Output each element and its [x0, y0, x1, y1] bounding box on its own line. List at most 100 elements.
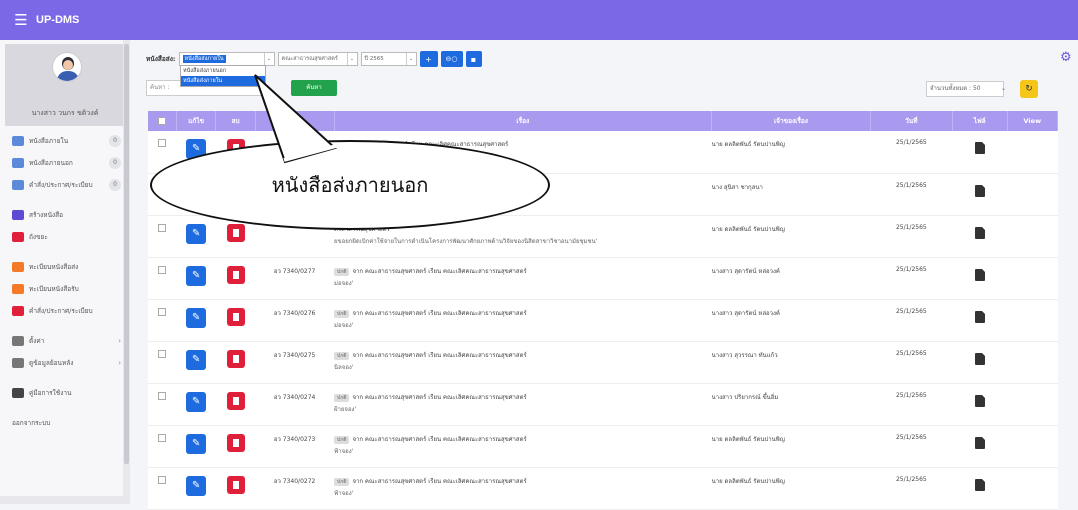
row-checkbox[interactable]	[158, 391, 167, 400]
menu-icon[interactable]: ☰	[6, 11, 36, 29]
sidebar-item[interactable]: คู่มือการใช้งาน	[0, 382, 129, 404]
edit-button[interactable]: ✎	[186, 391, 207, 412]
edit-button[interactable]: ✎	[186, 433, 207, 454]
edit-button[interactable]: ✎	[186, 223, 207, 244]
view-cell	[1007, 467, 1058, 510]
subject-line2: นิลจอง'	[334, 363, 354, 371]
file-icon[interactable]	[974, 142, 985, 154]
trash-icon	[12, 232, 24, 242]
pencil-icon: ✎	[191, 395, 201, 407]
owner-cell: นางสาว สุวรรณา ทันแก้ว	[711, 341, 871, 384]
chevron-right-icon: ›	[118, 337, 121, 345]
table-row[interactable]: ✎ อว 7340/0275 ปกติ จาก คณะสาธารณสุขศาสตร์ …	[148, 341, 1058, 384]
pencil-icon: ✎	[191, 353, 201, 365]
sidebar-item[interactable]: คำสั่ง/ประกาศ/ระเบียบ 0	[0, 174, 129, 196]
file-icon[interactable]	[974, 436, 985, 449]
select-all-checkbox[interactable]	[157, 117, 166, 125]
file-icon[interactable]	[974, 184, 985, 197]
file-icon[interactable]	[974, 394, 985, 407]
row-checkbox[interactable]	[158, 307, 167, 316]
doc-number: อว 7340/0277	[255, 257, 335, 300]
doc-number: อว 7340/0272	[255, 467, 335, 510]
sidebar-item[interactable]: ตั้งค่า ›	[0, 330, 129, 352]
edit-button[interactable]: ✎	[186, 265, 207, 286]
delete-button[interactable]	[226, 223, 245, 242]
sidebar-item-label: หนังสือภายนอก	[29, 159, 73, 167]
delete-button[interactable]	[226, 391, 245, 410]
count-select[interactable]: จำนวนทั้งหมด : 50	[926, 81, 1004, 97]
row-checkbox[interactable]	[158, 349, 167, 358]
priority-tag: ปกติ	[334, 267, 350, 276]
add-button[interactable]: +	[419, 51, 438, 67]
delete-button[interactable]	[226, 475, 245, 494]
year-select[interactable]: ปี 2565 ⌄	[360, 52, 417, 66]
pencil-icon: ✎	[191, 437, 201, 449]
row-checkbox[interactable]	[158, 223, 167, 232]
chevron-down-icon: ⌄	[263, 53, 274, 65]
row-checkbox[interactable]	[158, 265, 167, 274]
row-checkbox[interactable]	[158, 475, 167, 484]
sidebar-item[interactable]: ถังขยะ	[0, 226, 129, 248]
refresh-button[interactable]: ↻	[1020, 80, 1038, 98]
sidebar-item[interactable]: ออกจากระบบ	[0, 412, 129, 434]
delete-button[interactable]	[226, 307, 245, 326]
file-icon[interactable]	[974, 226, 985, 239]
subject-line2: ม่อจอง'	[334, 279, 354, 287]
table-row[interactable]: ✎ อว 7340/0272 ปกติ จาก คณะสาธารณสุขศาสตร์ …	[148, 467, 1058, 510]
type-select[interactable]: หนังสือส่งภายใน ⌄	[178, 52, 275, 66]
receive-icon	[12, 284, 24, 294]
sidebar-scrollbar[interactable]	[123, 40, 130, 504]
date-cell: 25/1/2565	[870, 341, 953, 384]
file-icon[interactable]	[974, 352, 985, 365]
horizontal-scrollbar[interactable]	[0, 496, 130, 504]
trash-icon	[232, 270, 239, 279]
date-cell: 25/1/2565	[870, 299, 953, 342]
link-icon: ⊖○	[445, 55, 458, 63]
doc-number: อว 7340/0274	[255, 383, 335, 426]
profile-card: นางสาว วนกร ขติวงค์	[5, 44, 125, 126]
date-cell: 25/1/2565	[870, 425, 953, 468]
table-row[interactable]: ✎ อว 7340/0274 ปกติ จาก คณะสาธารณสุขศาสตร์ …	[148, 383, 1058, 426]
delete-button[interactable]	[226, 349, 245, 368]
type-label: หนังสือส่ง:	[146, 55, 176, 63]
table-row[interactable]: ✎ อว 7340/0273 ปกติ จาก คณะสาธารณสุขศาสตร์ …	[148, 425, 1058, 468]
folder-icon	[12, 180, 24, 190]
avatar	[52, 52, 82, 82]
table-row[interactable]: ✎ อว 7340/0277 ปกติ จาก คณะสาธารณสุขศาสตร์ …	[148, 257, 1058, 300]
row-checkbox[interactable]	[158, 139, 167, 147]
count-badge: 0	[109, 157, 121, 169]
sidebar-item-label: ทะเบียนหนังสือรับ	[29, 285, 79, 293]
doc-number: อว 7340/0273	[255, 425, 335, 468]
file-icon[interactable]	[974, 310, 985, 323]
trash-icon	[232, 354, 239, 363]
sidebar-item[interactable]: หนังสือภายใน 0	[0, 130, 129, 152]
delete-button[interactable]	[226, 265, 245, 284]
calendar-icon: ▪	[470, 54, 477, 64]
gear-icon[interactable]: ⚙	[1060, 50, 1072, 65]
file-icon[interactable]	[974, 478, 985, 491]
sidebar-item[interactable]: สร้างหนังสือ	[0, 204, 129, 226]
edit-button[interactable]: ✎	[186, 307, 207, 328]
archive-icon	[12, 358, 24, 368]
file-icon[interactable]	[974, 268, 985, 281]
priority-tag: ปกติ	[334, 393, 350, 402]
sidebar-item[interactable]: หนังสือภายนอก 0	[0, 152, 129, 174]
app-title[interactable]: UP-DMS	[36, 14, 79, 26]
owner-cell: นางสาว สุดารัตน์ หล่อวงค์	[711, 257, 871, 300]
calendar-button[interactable]: ▪	[465, 51, 482, 67]
table-row[interactable]: ✎ อว 7340/0276 ปกติ จาก คณะสาธารณสุขศาสตร์ …	[148, 299, 1058, 342]
owner-cell: นาย ดลลิตพันธ์ รัตนปานพิญ	[711, 467, 871, 510]
row-checkbox[interactable]	[158, 433, 167, 442]
delete-button[interactable]	[226, 433, 245, 452]
edit-button[interactable]: ✎	[186, 349, 207, 370]
doc-number: อว 7340/0275	[255, 341, 335, 384]
sidebar-item[interactable]: คำสั่ง/ประกาศ/ระเบียบ	[0, 300, 129, 322]
date-cell: 25/1/2565	[870, 215, 953, 258]
sidebar-item[interactable]: ทะเบียนหนังสือส่ง	[0, 256, 129, 278]
sidebar-item[interactable]: ทะเบียนหนังสือรับ	[0, 278, 129, 300]
sidebar-item[interactable]: ดูข้อมูลย้อนหลัง ›	[0, 352, 129, 374]
dept-select[interactable]: คณะสาธารณสุขศาสตร์ ⌄	[277, 52, 358, 66]
chevron-right-icon: ›	[118, 359, 121, 367]
link-button[interactable]: ⊖○	[440, 51, 463, 67]
edit-button[interactable]: ✎	[186, 475, 207, 496]
